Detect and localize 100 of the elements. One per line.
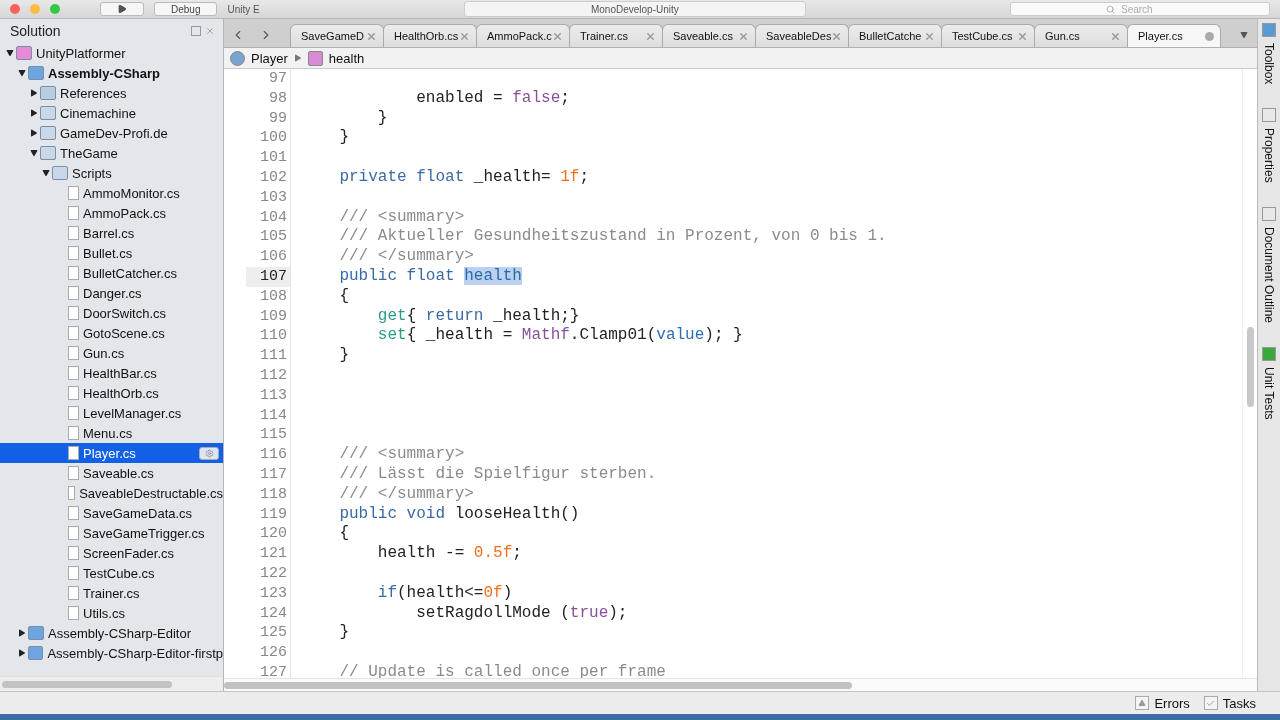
tree-item[interactable]: Bullet.cs [0,243,223,263]
file-tab[interactable]: Gun.cs [1034,24,1128,47]
collapsed-arrow-icon[interactable] [28,89,40,97]
collapsed-arrow-icon[interactable] [28,109,40,117]
tree-item[interactable]: Gun.cs [0,343,223,363]
tree-item[interactable]: TheGame [0,143,223,163]
zoom-window-icon[interactable] [50,4,60,14]
close-icon[interactable] [552,30,563,42]
modified-dot-icon[interactable] [1205,31,1214,41]
tree-item[interactable]: Assembly-CSharp [0,63,223,83]
search-field[interactable]: Search [1010,2,1270,16]
close-icon[interactable] [831,30,842,42]
file-tab[interactable]: BulletCatche [848,24,942,47]
tree-item-label: Gun.cs [83,345,125,361]
file-tab[interactable]: TestCube.cs [941,24,1035,47]
minimize-window-icon[interactable] [30,4,40,14]
errors-button[interactable]: Errors [1135,695,1190,711]
tasks-button[interactable]: Tasks [1203,695,1256,711]
tree-item[interactable]: Danger.cs [0,283,223,303]
breadcrumb-item[interactable]: Player [251,50,288,66]
collapsed-arrow-icon[interactable] [16,629,28,637]
scrollbar-thumb[interactable] [1246,327,1254,407]
tree-item[interactable]: SaveableDestructable.cs [0,483,223,503]
tree-item[interactable]: UnityPlatformer [0,43,223,63]
tree-item-label: Menu.cs [83,425,133,441]
tree-item[interactable]: Assembly-CSharp-Editor [0,623,223,643]
tree-item-label: Cinemachine [60,105,136,121]
collapsed-arrow-icon[interactable] [16,649,28,657]
gear-menu-button[interactable] [199,446,219,460]
tree-item[interactable]: BulletCatcher.cs [0,263,223,283]
tree-item[interactable]: GameDev-Profi.de [0,123,223,143]
line-number: 106 [259,247,288,267]
tree-item[interactable]: DoorSwitch.cs [0,303,223,323]
expanded-arrow-icon[interactable] [16,69,28,77]
tree-item[interactable]: Menu.cs [0,423,223,443]
tree-item[interactable]: SaveGameTrigger.cs [0,523,223,543]
tree-item[interactable]: LevelManager.cs [0,403,223,423]
file-tab[interactable]: Trainer.cs [569,24,663,47]
file-tab[interactable]: Player.cs [1127,24,1221,47]
tree-item[interactable]: AmmoMonitor.cs [0,183,223,203]
file-tab[interactable]: Saveable.cs [662,24,756,47]
line-number: 104 [259,207,288,228]
code-line: /// <summary> [338,207,465,226]
target-selector[interactable]: Unity E [227,3,260,15]
configuration-selector[interactable]: Debug [154,2,218,16]
tree-item[interactable]: Trainer.cs [0,583,223,603]
close-icon[interactable] [205,26,215,36]
expanded-arrow-icon[interactable] [28,149,40,157]
tree-item[interactable]: Assembly-CSharp-Editor-firstp [0,643,223,663]
scrollbar-thumb[interactable] [2,680,172,688]
close-icon[interactable] [366,30,377,42]
file-tab[interactable]: SaveableDes [755,24,849,47]
folder-icon [40,146,56,160]
side-pad-tab[interactable]: Toolbox [1262,23,1276,85]
close-icon[interactable] [1110,30,1121,42]
scrollbar-thumb[interactable] [224,681,852,689]
tree-item[interactable]: References [0,83,223,103]
close-icon[interactable] [924,30,935,42]
tree-item[interactable]: Saveable.cs [0,463,223,483]
tree-item[interactable]: ScreenFader.cs [0,543,223,563]
line-number: 113 [259,385,288,406]
close-icon[interactable] [738,30,749,42]
tree-item[interactable]: AmmoPack.cs [0,203,223,223]
tree-item[interactable]: TestCube.cs [0,563,223,583]
tree-item[interactable]: SaveGameData.cs [0,503,223,523]
tree-item[interactable]: Cinemachine [0,103,223,123]
run-button[interactable] [100,2,144,16]
file-tab[interactable]: AmmoPack.c [476,24,570,47]
tree-item[interactable]: GotoScene.cs [0,323,223,343]
code-line: /// <summary> [338,445,465,464]
line-number: 107 [246,266,290,287]
side-pad-tab[interactable]: Properties [1262,108,1276,184]
line-number: 117 [259,464,288,485]
file-icon [68,226,79,240]
code-line: } [376,108,388,127]
tree-item[interactable]: Player.cs [0,443,223,463]
line-number: 102 [259,168,288,188]
code-line: } [338,346,349,365]
close-icon[interactable] [1017,30,1028,42]
file-icon [68,566,79,580]
file-tab[interactable]: SaveGameD [290,24,384,47]
tree-item[interactable]: HealthBar.cs [0,363,223,383]
breadcrumb-item[interactable]: health [328,50,365,66]
close-window-icon[interactable] [10,4,20,14]
tree-item[interactable]: HealthOrb.cs [0,383,223,403]
expanded-arrow-icon[interactable] [40,169,52,177]
close-icon[interactable] [459,30,470,42]
expanded-arrow-icon[interactable] [4,49,16,57]
maximize-icon[interactable] [191,26,201,36]
folder-icon [40,126,56,140]
tree-item[interactable]: Scripts [0,163,223,183]
side-pad-tab[interactable]: Unit Tests [1262,347,1276,420]
file-tab[interactable]: HealthOrb.cs [383,24,477,47]
collapsed-arrow-icon[interactable] [28,129,40,137]
tree-item[interactable]: Barrel.cs [0,223,223,243]
project-icon [28,66,44,80]
tree-item[interactable]: Utils.cs [0,603,223,623]
close-icon[interactable] [645,30,656,42]
property-icon [307,50,323,66]
side-pad-tab[interactable]: Document Outline [1262,207,1276,324]
